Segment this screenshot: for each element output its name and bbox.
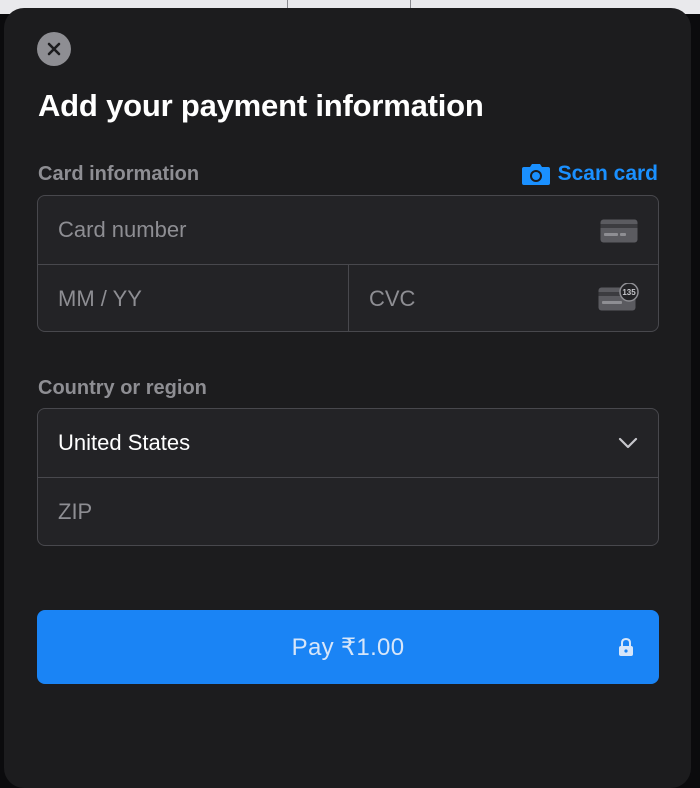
pay-button[interactable]: Pay ₹1.00 [37,610,659,684]
card-number-input[interactable]: Card number [38,196,658,264]
lock-icon [619,637,633,656]
cvc-icon-text: 135 [622,288,636,297]
card-icon [600,219,638,243]
card-number-placeholder: Card number [58,217,187,242]
zip-input[interactable]: ZIP [38,478,658,545]
card-information-group: Card number MM / YY CVC 135 [37,195,659,332]
expiry-placeholder: MM / YY [58,286,142,311]
page-title: Add your payment information [38,88,484,123]
scan-card-label: Scan card [557,162,658,185]
pay-button-label: Pay ₹1.00 [291,633,405,661]
payment-sheet: Add your payment information Card inform… [4,8,691,788]
expiry-input[interactable]: MM / YY [38,265,348,331]
close-button[interactable] [37,32,71,66]
card-cvc-icon: 135 [598,283,639,311]
country-value: United States [58,430,191,455]
camera-icon [521,164,550,185]
country-select[interactable]: United States [38,409,658,477]
scan-card-button[interactable]: Scan card [521,162,658,186]
country-region-label: Country or region [38,377,207,399]
address-group: United States ZIP [37,408,659,546]
card-information-label: Card information [38,163,200,185]
close-icon [47,42,61,56]
zip-placeholder: ZIP [58,499,93,524]
cvc-placeholder: CVC [369,286,416,311]
chevron-down-icon [618,437,638,449]
